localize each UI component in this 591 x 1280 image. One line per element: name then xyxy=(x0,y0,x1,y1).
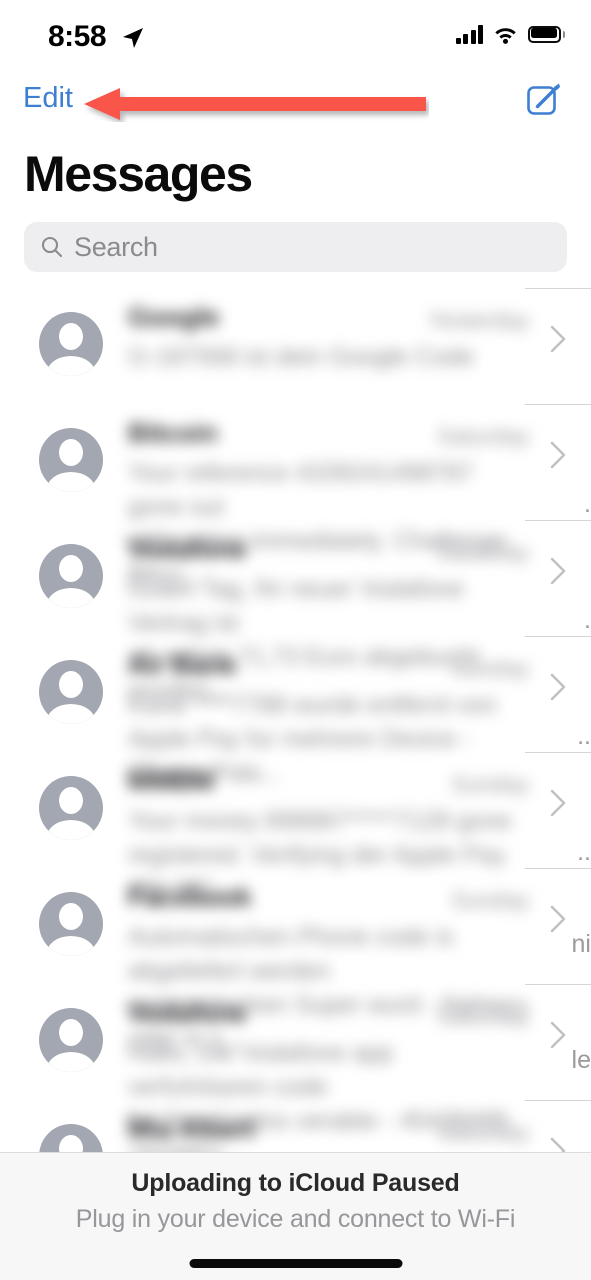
search-placeholder: Search xyxy=(74,231,158,262)
conversation-timestamp: Saturday xyxy=(436,1003,529,1029)
avatar xyxy=(39,660,103,724)
conversation-timestamp: Saturday xyxy=(436,539,529,565)
preview-edge-fragment: . xyxy=(584,490,591,518)
avatar xyxy=(39,428,103,492)
conversation-row[interactable]: Bitcoin Your reference 4339241498787 gone… xyxy=(0,404,591,589)
row-divider xyxy=(525,288,591,289)
row-divider xyxy=(525,636,591,637)
chevron-right-icon xyxy=(550,557,566,585)
page-title: Messages xyxy=(24,146,253,202)
row-divider xyxy=(525,752,591,753)
battery-full-icon xyxy=(528,25,565,43)
status-bar-indicators xyxy=(455,24,565,44)
wifi-icon xyxy=(495,28,516,44)
conversation-row[interactable]: MMBM Your money 898887*****7128 gone regis… xyxy=(0,752,591,903)
preview-edge-fragment: .. xyxy=(577,722,591,750)
conversation-timestamp: Sunday xyxy=(450,655,529,681)
avatar xyxy=(39,544,103,608)
conversation-preview: G-187568 ist dein Google Code xyxy=(128,343,474,371)
conversation-row[interactable]: Google G-187568 ist dein Google Code Yeste… xyxy=(0,288,591,404)
navigation-bar: Edit xyxy=(0,78,591,126)
preview-edge-fragment: .. xyxy=(577,838,591,866)
row-divider xyxy=(525,1100,591,1101)
avatar xyxy=(39,1124,103,1153)
chevron-right-icon xyxy=(550,789,566,817)
row-divider xyxy=(525,404,591,405)
icloud-status-subtitle: Plug in your device and connect to Wi-Fi xyxy=(75,1205,516,1233)
row-divider xyxy=(525,868,591,869)
conversation-timestamp: Yesterday xyxy=(427,307,529,333)
conversation-timestamp: Sunday xyxy=(450,887,529,913)
chevron-right-icon xyxy=(550,1021,566,1049)
edit-button[interactable]: Edit xyxy=(23,82,73,115)
preview-edge-fragment: . xyxy=(584,606,591,634)
avatar xyxy=(39,1008,103,1072)
messages-app-screen: 8:58 Edit Messages Search Google G-18756… xyxy=(0,0,591,1280)
conversation-row[interactable]: Vodafone Hallo, Die Vodafone app verfuhrb… xyxy=(0,984,591,1153)
status-bar-time: 8:58 xyxy=(48,20,107,53)
row-divider xyxy=(525,984,591,985)
avatar xyxy=(39,776,103,840)
conversation-timestamp: Sunday xyxy=(450,771,529,797)
compose-message-icon[interactable] xyxy=(524,78,566,120)
conversation-row[interactable]: Mia Albert Saturday xyxy=(0,1100,591,1153)
search-input[interactable]: Search xyxy=(24,222,567,272)
status-bar: 8:58 xyxy=(0,0,591,70)
chevron-right-icon xyxy=(550,325,566,353)
location-arrow-icon xyxy=(123,28,143,48)
cellular-signal-icon xyxy=(455,24,483,44)
conversation-row[interactable]: Air Bank Karte ****7788 wurde entfernt vo… xyxy=(0,636,591,787)
avatar xyxy=(39,312,103,376)
conversation-timestamp: Saturday xyxy=(436,423,529,449)
conversation-list[interactable]: Google G-187568 ist dein Google Code Yeste… xyxy=(0,288,591,1153)
chevron-right-icon xyxy=(550,673,566,701)
conversation-row[interactable]: Facebook Automatischen Phone code is abge… xyxy=(0,868,591,1053)
preview-edge-fragment: le xyxy=(571,1046,591,1074)
search-icon xyxy=(41,236,63,258)
conversation-row[interactable]: Vodafone Guten Tag, Ihr neuer Vodafone Ve… xyxy=(0,520,591,705)
preview-edge-fragment: ni xyxy=(571,930,591,958)
home-indicator[interactable] xyxy=(189,1259,402,1268)
conversation-timestamp: Saturday xyxy=(436,1119,529,1145)
icloud-status-title: Uploading to iCloud Paused xyxy=(131,1169,460,1197)
chevron-right-icon xyxy=(550,905,566,933)
chevron-right-icon xyxy=(550,1137,566,1153)
row-divider xyxy=(525,520,591,521)
avatar xyxy=(39,892,103,956)
chevron-right-icon xyxy=(550,441,566,469)
